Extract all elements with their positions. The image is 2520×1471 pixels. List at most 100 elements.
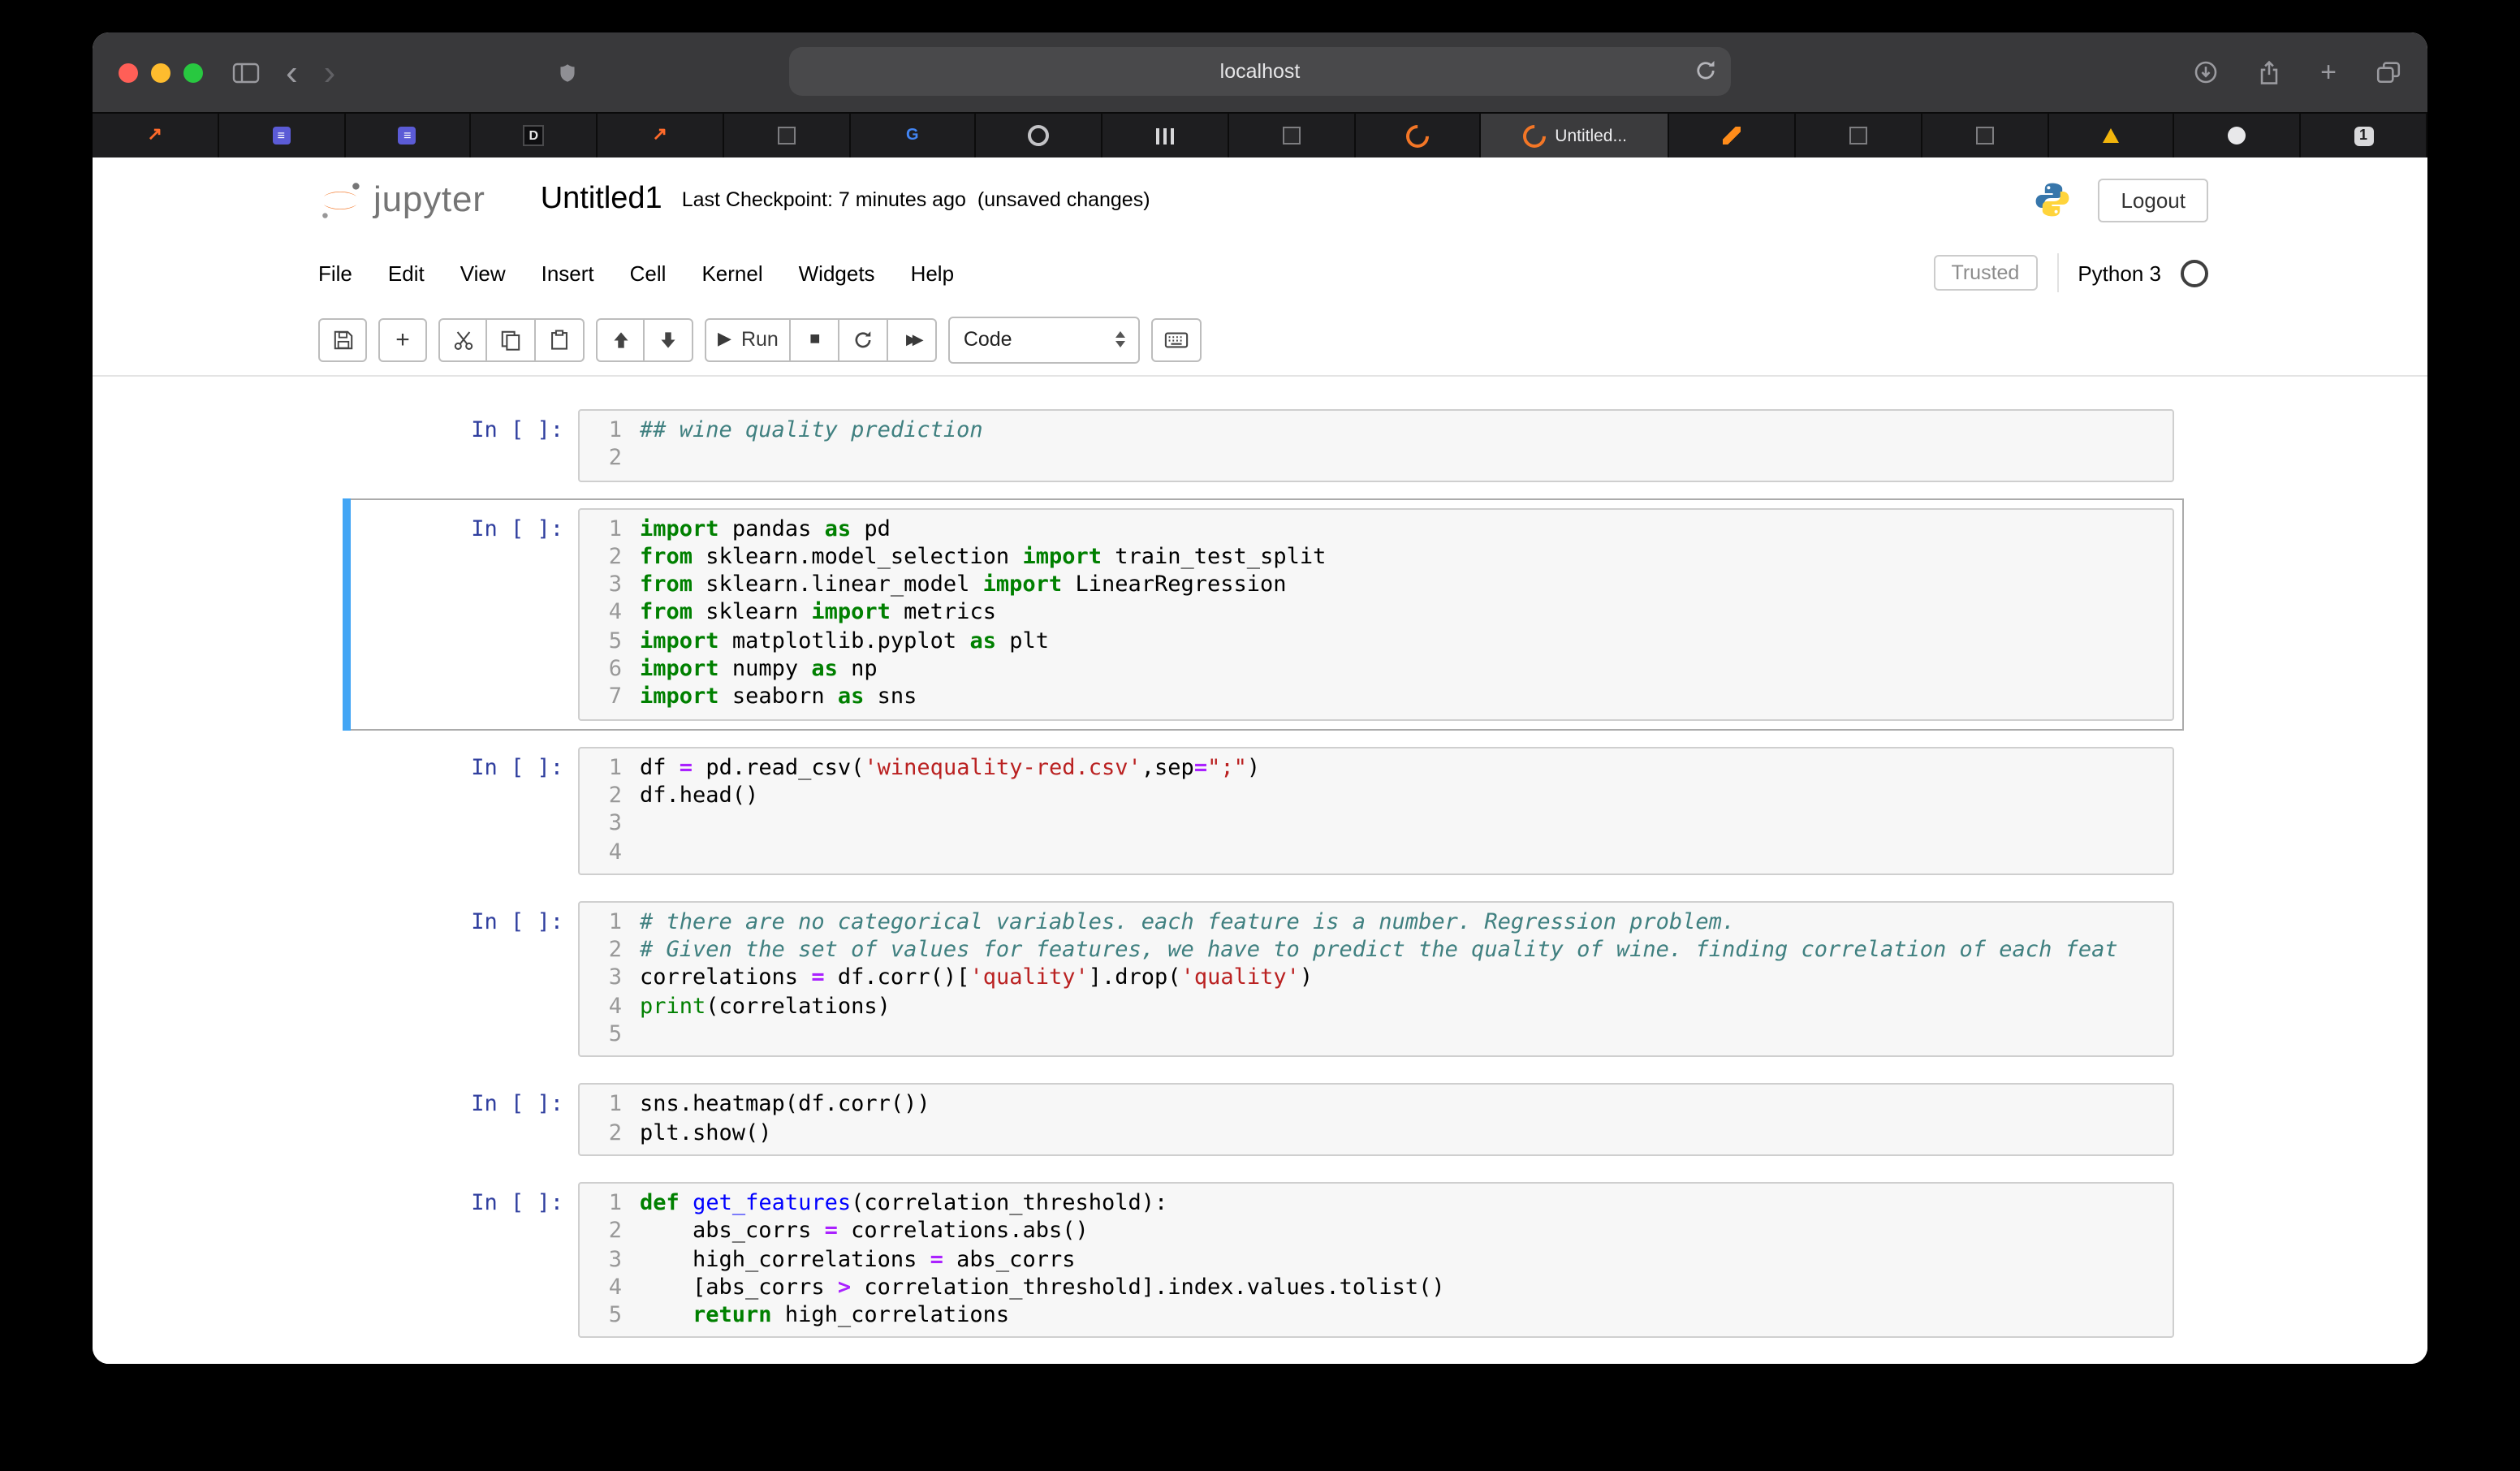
line-number: 1 [580, 1092, 622, 1120]
close-window-button[interactable] [119, 63, 138, 82]
code-input-area[interactable]: 12sns.heatmap(df.corr())plt.show() [578, 1084, 2174, 1156]
interrupt-kernel-button[interactable]: ■ [792, 317, 840, 361]
menu-help[interactable]: Help [893, 251, 973, 295]
browser-tab[interactable] [977, 114, 1103, 157]
browser-tab[interactable] [1922, 114, 2049, 157]
browser-tab[interactable]: 1 [2301, 114, 2427, 157]
line-number: 3 [580, 965, 622, 994]
zoom-window-button[interactable] [183, 63, 203, 82]
address-bar[interactable]: localhost [789, 47, 1731, 96]
notebook-title[interactable]: Untitled1 [541, 182, 662, 218]
reload-icon [1694, 58, 1718, 83]
code-token: ) [1300, 965, 1313, 991]
code-token: plt [996, 628, 1049, 654]
line-number: 2 [580, 544, 622, 572]
jupyter-logo[interactable]: jupyter [318, 179, 485, 221]
browser-tab[interactable]: ↗ [598, 114, 724, 157]
cell-type-select[interactable]: Code [949, 316, 1141, 363]
menu-insert[interactable]: Insert [524, 251, 612, 295]
command-palette-button[interactable] [1152, 317, 1202, 361]
paste-cell-button[interactable] [536, 317, 585, 361]
menu-edit[interactable]: Edit [370, 251, 442, 295]
minimize-window-button[interactable] [151, 63, 170, 82]
code-cell-6[interactable]: In [ ]:12345def get_features(correlation… [343, 1172, 2184, 1348]
code-cell-5[interactable]: In [ ]:12sns.heatmap(df.corr())plt.show(… [343, 1074, 2184, 1166]
sidebar-toggle-button[interactable] [232, 61, 260, 84]
browser-tab[interactable] [1670, 114, 1797, 157]
privacy-shield-icon [556, 61, 577, 84]
code-token: numpy [719, 656, 812, 682]
jupyter-wordmark: jupyter [373, 179, 485, 221]
browser-tab[interactable] [724, 114, 851, 157]
code-token: df.corr()[ [825, 965, 970, 991]
share-button[interactable] [2257, 59, 2281, 85]
list-purple-icon: ≡ [272, 127, 290, 145]
code-input-area[interactable]: 1234567import pandas as pdfrom sklearn.m… [578, 507, 2174, 720]
browser-tab[interactable] [1102, 114, 1229, 157]
menu-cell[interactable]: Cell [612, 251, 684, 295]
insert-cell-button[interactable]: + [378, 317, 427, 361]
code-line [640, 1021, 2173, 1050]
code-line [640, 839, 2173, 867]
save-button[interactable] [318, 317, 367, 361]
line-number: 4 [580, 1275, 622, 1303]
downloads-button[interactable] [2194, 60, 2218, 84]
move-cell-up-button[interactable] [596, 317, 645, 361]
move-cell-down-button[interactable] [645, 317, 693, 361]
record-dot-icon [1028, 125, 1049, 146]
code-input-area[interactable]: 12345# there are no categorical variable… [578, 901, 2174, 1058]
browser-tab[interactable] [1796, 114, 1922, 157]
code-line: correlations = df.corr()['quality'].drop… [640, 965, 2173, 994]
menu-file[interactable]: File [300, 251, 370, 295]
save-icon [332, 329, 353, 350]
menu-kernel[interactable]: Kernel [684, 251, 780, 295]
code-line [640, 811, 2173, 839]
tab-overview-button[interactable] [2375, 60, 2401, 84]
code-token: 'quality' [1181, 965, 1300, 991]
restart-kernel-button[interactable] [840, 317, 889, 361]
code-cell-4[interactable]: In [ ]:12345# there are no categorical v… [343, 891, 2184, 1068]
run-cell-button[interactable]: ▶ Run [705, 317, 792, 361]
code-token: LinearRegression [1062, 572, 1286, 597]
copy-cell-button[interactable] [487, 317, 536, 361]
menu-widgets[interactable]: Widgets [781, 251, 893, 295]
code-lines: ## wine quality prediction [633, 417, 2173, 473]
code-cell-2[interactable]: In [ ]:1234567import pandas as pdfrom sk… [343, 498, 2184, 730]
code-line: import pandas as pd [640, 515, 2173, 544]
code-token: abs_corrs [640, 1218, 825, 1244]
browser-tab[interactable] [2175, 114, 2302, 157]
square-dark-icon [777, 127, 795, 145]
code-token: (correlations) [706, 994, 891, 1020]
github-icon [2229, 127, 2246, 145]
browser-tab[interactable]: ↗ [93, 114, 219, 157]
browser-tab[interactable]: D [472, 114, 598, 157]
line-number-gutter: 12 [580, 1092, 633, 1148]
browser-tab[interactable]: G [850, 114, 977, 157]
browser-tab-active[interactable]: Untitled... [1482, 114, 1670, 157]
browser-tab[interactable]: ≡ [219, 114, 346, 157]
browser-tab[interactable] [1355, 114, 1482, 157]
code-cell-1[interactable]: In [ ]:12## wine quality prediction [343, 399, 2184, 491]
browser-tab[interactable]: ≡ [345, 114, 472, 157]
code-token: correlations.abs() [838, 1218, 1089, 1244]
forward-button[interactable]: › [324, 54, 336, 90]
code-cell-3[interactable]: In [ ]:1234df = pd.read_csv('winequality… [343, 736, 2184, 884]
cut-cell-button[interactable] [438, 317, 487, 361]
browser-window: ‹ › localhost [93, 32, 2427, 1364]
code-input-area[interactable]: 1234df = pd.read_csv('winequality-red.cs… [578, 746, 2174, 874]
header-right: Logout [2033, 178, 2208, 222]
new-tab-button[interactable]: + [2320, 58, 2337, 86]
back-button[interactable]: ‹ [286, 54, 298, 90]
browser-tab[interactable] [2048, 114, 2175, 157]
trusted-badge[interactable]: Trusted [1934, 255, 2038, 291]
menu-view[interactable]: View [442, 251, 524, 295]
tabs-icon [2375, 60, 2401, 84]
reload-button[interactable] [1694, 58, 1718, 83]
code-input-area[interactable]: 12345def get_features(correlation_thresh… [578, 1182, 2174, 1339]
browser-tab[interactable] [1229, 114, 1356, 157]
logout-button[interactable]: Logout [2098, 178, 2208, 222]
restart-run-all-button[interactable]: ▶▶ [889, 317, 938, 361]
line-number-gutter: 12345 [580, 909, 633, 1050]
code-token: sklearn.linear_model [693, 572, 983, 597]
code-input-area[interactable]: 12## wine quality prediction [578, 409, 2174, 481]
